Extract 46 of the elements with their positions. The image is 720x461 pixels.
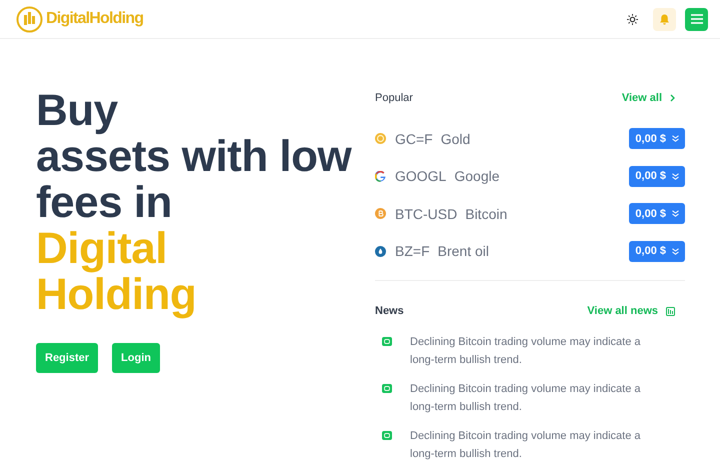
news-icon — [382, 337, 392, 346]
hero-title-line: assets with low — [36, 134, 353, 180]
price-button[interactable]: 0,00 $ — [629, 240, 685, 262]
double-chevron-icon — [672, 135, 679, 142]
double-chevron-icon — [672, 210, 679, 218]
oil-drop-icon — [375, 246, 386, 257]
asset-symbol: GOOGL — [395, 168, 446, 184]
section-title: News — [375, 305, 404, 317]
price-button[interactable]: 0,00 $ — [629, 166, 685, 187]
view-all-link[interactable]: View all — [622, 92, 675, 104]
sun-icon — [627, 14, 638, 24]
hero-title-line: Buy — [36, 88, 119, 134]
menu-button[interactable] — [685, 8, 708, 30]
asset-symbol: BZ=F — [395, 243, 430, 260]
asset-name: Brent oil — [438, 243, 489, 260]
news-icon — [382, 431, 392, 440]
menu-icon — [690, 14, 702, 24]
double-chevron-icon — [672, 172, 679, 180]
news-headline[interactable]: Declining Bitcoin trading volume may indicate a long-term bullish trend. — [410, 380, 662, 416]
price-button[interactable]: 0,00 $ — [629, 203, 685, 224]
price-button[interactable]: 0,00 $ — [629, 128, 685, 150]
logo-icon — [16, 6, 43, 32]
section-title: Popular — [375, 92, 413, 104]
asset-symbol: GC=F — [395, 130, 433, 147]
chevron-right-icon — [670, 94, 675, 102]
news-icon — [382, 384, 392, 393]
asset-name: Bitcoin — [465, 206, 508, 222]
asset-name: Google — [454, 168, 500, 184]
view-all-link[interactable]: View all news — [587, 305, 675, 317]
newspaper-icon — [666, 306, 675, 316]
asset-name: Gold — [440, 130, 470, 147]
double-chevron-icon — [672, 248, 679, 255]
news-headline[interactable]: Declining Bitcoin trading volume may indicate a long-term bullish trend. — [410, 427, 662, 461]
hero-title-line: fees in — [36, 180, 173, 226]
google-icon — [375, 170, 386, 182]
login-button[interactable]: Login — [112, 343, 160, 373]
coin-icon — [375, 133, 386, 144]
bitcoin-icon — [375, 208, 386, 220]
hero-title-line: Digital — [36, 226, 168, 272]
bell-icon — [659, 14, 670, 24]
news-headline[interactable]: Declining Bitcoin trading volume may indicate a long-term bullish trend. — [410, 333, 662, 369]
hero-title-line: Holding — [36, 272, 198, 318]
register-button[interactable]: Register — [36, 343, 98, 373]
asset-symbol: BTC-USD — [395, 206, 458, 222]
notifications-button[interactable] — [653, 8, 676, 30]
logo-text: DigitalHolding — [46, 10, 144, 28]
